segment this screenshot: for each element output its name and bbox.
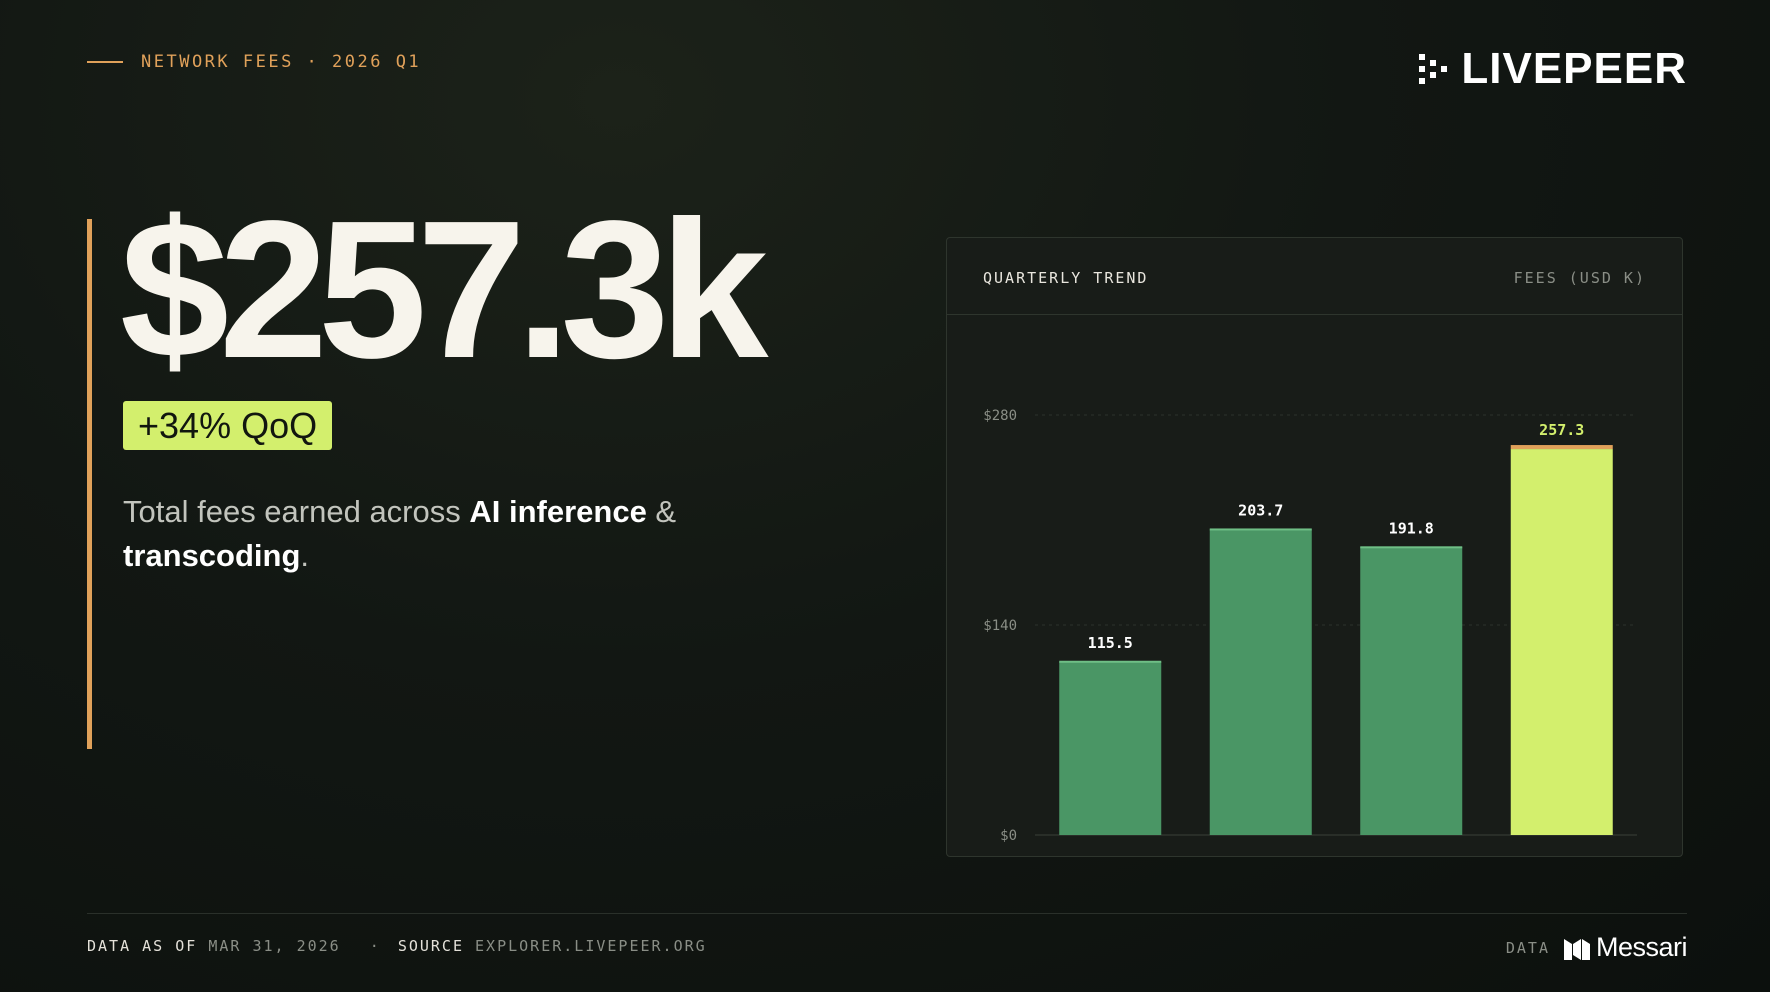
y-tick-label: $280 — [983, 408, 1017, 424]
slide-background: NETWORK FEES · 2026 Q1 LIVEPEER $257.3k … — [0, 0, 1770, 992]
bar-value-label: 191.8 — [1389, 519, 1434, 537]
messari-name: Messari — [1595, 932, 1688, 962]
bar-value-label: 203.7 — [1238, 501, 1283, 519]
asof-value: MAR 31, 2026 — [208, 937, 341, 955]
eyebrow-label: NETWORK FEES · 2026 Q1 — [141, 52, 422, 72]
y-tick-label: $0 — [1000, 828, 1017, 844]
bar-top-edge — [1510, 445, 1613, 450]
bar-value-label: 115.5 — [1088, 634, 1133, 652]
bar — [1510, 449, 1613, 835]
accent-bar — [87, 219, 92, 749]
card-header: QUARTERLY TREND FEES (USD K) — [947, 238, 1682, 315]
messari-logo: Messari — [1563, 932, 1688, 963]
desc-text: Total fees earned across — [123, 494, 470, 529]
y-tick-label: $140 — [983, 618, 1017, 634]
hero-value: $257.3k — [120, 180, 768, 399]
data-partner: DATA Messari — [1505, 932, 1688, 963]
bar-value-label: 257.3 — [1539, 421, 1584, 439]
eyebrow-rule — [87, 61, 123, 63]
desc-text-end: . — [300, 538, 310, 573]
desc-highlight-transcoding: transcoding — [123, 538, 301, 573]
bar — [1209, 529, 1312, 835]
bar-top-edge — [1059, 660, 1162, 663]
bar — [1059, 661, 1162, 835]
bar-top-edge — [1209, 528, 1312, 531]
desc-highlight-ai: AI inference — [469, 494, 647, 529]
livepeer-mark-icon — [1419, 54, 1448, 84]
data-label: DATA — [1505, 938, 1550, 957]
qoq-badge: +34% QoQ — [123, 401, 333, 450]
brand-name: LIVEPEER — [1461, 44, 1687, 93]
bar — [1360, 547, 1463, 835]
source-label: SOURCE — [397, 937, 464, 955]
eyebrow: NETWORK FEES · 2026 Q1 — [87, 52, 421, 72]
bar-top-edge — [1360, 546, 1463, 549]
quarterly-trend-card: QUARTERLY TREND FEES (USD K) $0 $140 $280 1… — [946, 237, 1683, 857]
footer-meta: DATA AS OF MAR 31, 2026 · SOURCE EXPLORE… — [87, 937, 707, 955]
card-title: QUARTERLY TREND — [983, 269, 1149, 287]
fees-bar-chart: $0 $140 $280 115.5 203.7 191.8 257.3 — [983, 408, 1637, 844]
livepeer-logo: LIVEPEER — [1419, 44, 1687, 94]
asof-label: DATA AS OF — [87, 937, 198, 955]
source-link[interactable]: EXPLORER.LIVEPEER.ORG — [475, 937, 707, 955]
desc-text-amp: & — [646, 494, 677, 529]
footer-separator: · — [369, 937, 381, 955]
footer-divider — [87, 913, 1687, 914]
hero-description: Total fees earned across AI inference & … — [123, 490, 763, 578]
card-unit: FEES (USD K) — [1513, 269, 1646, 287]
messari-mark-icon — [1563, 938, 1590, 960]
